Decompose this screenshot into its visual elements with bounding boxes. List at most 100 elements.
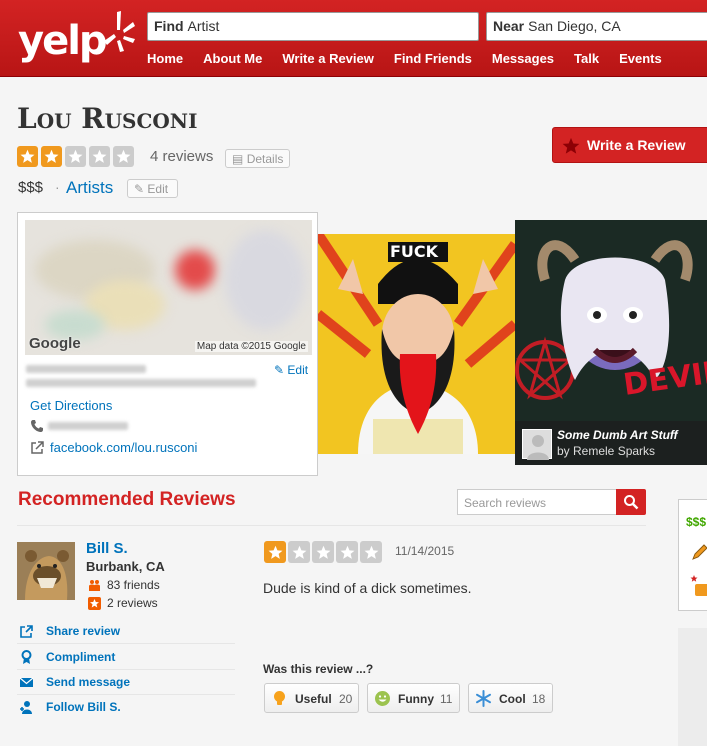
photo-caption: Some Dumb Art Stuff by Remele Sparks [515,421,707,465]
uploader-avatar[interactable] [522,429,552,460]
get-directions-link[interactable]: Get Directions [30,398,112,413]
map-card: Google Map data ©2015 Google ✎ Edit Get … [17,212,318,476]
lightbulb-icon [274,691,285,705]
reviewer-avatar[interactable] [17,542,75,600]
side-info-panel: $$$ [678,499,707,611]
review-count[interactable]: 4 reviews [150,148,213,165]
write-review-button[interactable]: Write a Review [552,127,707,163]
reviewer-location: Burbank, CA [86,559,165,574]
map-view[interactable]: Google Map data ©2015 Google [25,220,312,355]
side-panel-lower [678,628,707,746]
search-reviews-input[interactable]: Search reviews [457,489,617,515]
top-header: yelp Find Artist Near San Diego, CA Home A… [0,0,707,77]
user-silhouette-icon [527,435,549,460]
edit-category-button[interactable]: ✎ Edit [127,179,178,198]
yelp-burst-icon [104,11,135,52]
address-line-1 [26,365,146,373]
star-bag-icon [690,575,707,596]
bar-chart-icon: ▤ [232,152,244,166]
follow-user-icon [20,701,32,714]
envelope-icon [19,677,34,687]
nav-about-me[interactable]: About Me [203,51,262,66]
address-line-2 [26,379,256,387]
rating-star [17,146,38,167]
rating-star [41,146,62,167]
star-icon [562,137,580,154]
hyena-photo [17,542,75,600]
friends-icon [89,580,100,591]
address-edit-link[interactable]: ✎ Edit [274,363,308,377]
share-review-action[interactable]: Share review [17,619,235,644]
send-message-action[interactable]: Send message [17,670,235,695]
useful-label: Useful [295,692,332,706]
address-edit-label: Edit [287,363,309,377]
rating-star [89,146,110,167]
phone-icon [31,420,43,432]
rating-star [264,541,286,563]
snowflake-icon [476,690,491,707]
share-icon [20,625,33,638]
separator-dot: · [55,179,60,195]
pencil-icon: ✎ [274,363,285,377]
category-link[interactable]: Artists [66,178,113,198]
price-range: $$$ [18,179,44,196]
yelp-logo[interactable]: yelp [14,8,135,68]
find-value: Artist [187,18,220,34]
search-reviews-placeholder: Search reviews [464,496,547,510]
logo-wordmark: yelp [18,18,108,64]
find-label: Find [154,18,184,34]
phone-number [48,422,128,430]
near-value: San Diego, CA [528,18,621,34]
cool-vote-button[interactable]: Cool 18 [468,683,553,713]
rating-star [65,146,86,167]
reviewer-review-count: 2 reviews [107,596,158,610]
near-label: Near [493,18,525,34]
reviewer-name[interactable]: Bill S. [86,540,128,557]
send-message-label: Send message [46,675,131,689]
rating-star [360,541,382,563]
cool-count: 18 [532,692,546,706]
business-name: Lou Rusconi [17,102,198,135]
nav-write-review[interactable]: Write a Review [282,51,374,66]
svg-text:FUCK: FUCK [390,242,439,261]
find-input[interactable]: Find Artist [147,12,479,41]
edit-label: Edit [147,182,169,196]
rating-star [336,541,358,563]
details-label: Details [246,152,284,166]
photo-caption-author[interactable]: by Remele Sparks [557,444,655,458]
google-logo: Google [29,335,81,352]
search-reviews-button[interactable] [616,489,646,515]
useful-count: 20 [339,692,353,706]
details-button[interactable]: ▤ Details [225,149,290,168]
useful-vote-button[interactable]: Useful 20 [264,683,359,713]
nav-events[interactable]: Events [619,51,662,66]
compliment-action[interactable]: Compliment [17,645,235,670]
review-text: Dude is kind of a dick sometimes. [263,580,472,596]
rating-star [113,146,134,167]
follow-user-label: Follow Bill S. [46,700,121,714]
nav-home[interactable]: Home [147,51,183,66]
business-photo-2[interactable]: DEVIL Some Dumb Art Stuff by Remele Spar… [515,220,707,465]
near-input[interactable]: Near San Diego, CA [486,12,707,41]
helpful-prompt: Was this review ...? [263,662,374,676]
write-review-label: Write a Review [587,137,686,153]
review-rating-stars [264,541,382,563]
compliment-label: Compliment [46,650,116,664]
smiley-icon [375,691,390,706]
ribbon-icon [21,650,32,664]
map-data-credit: Map data ©2015 Google [194,341,308,352]
rating-star [312,541,334,563]
funny-vote-button[interactable]: Funny 11 [367,683,460,713]
recommended-reviews-heading: Recommended Reviews [18,489,236,510]
nav-find-friends[interactable]: Find Friends [394,51,472,66]
side-price: $$$ [686,515,707,529]
follow-user-action[interactable]: Follow Bill S. [17,695,235,720]
search-icon [624,495,639,510]
facebook-link[interactable]: facebook.com/lou.rusconi [50,440,197,455]
nav-talk[interactable]: Talk [574,51,599,66]
business-rating-stars [17,146,134,167]
nav-messages[interactable]: Messages [492,51,554,66]
business-photo-1[interactable]: FUCK [318,234,515,454]
review-date: 11/14/2015 [395,544,455,558]
photo-caption-title: Some Dumb Art Stuff [557,428,678,442]
